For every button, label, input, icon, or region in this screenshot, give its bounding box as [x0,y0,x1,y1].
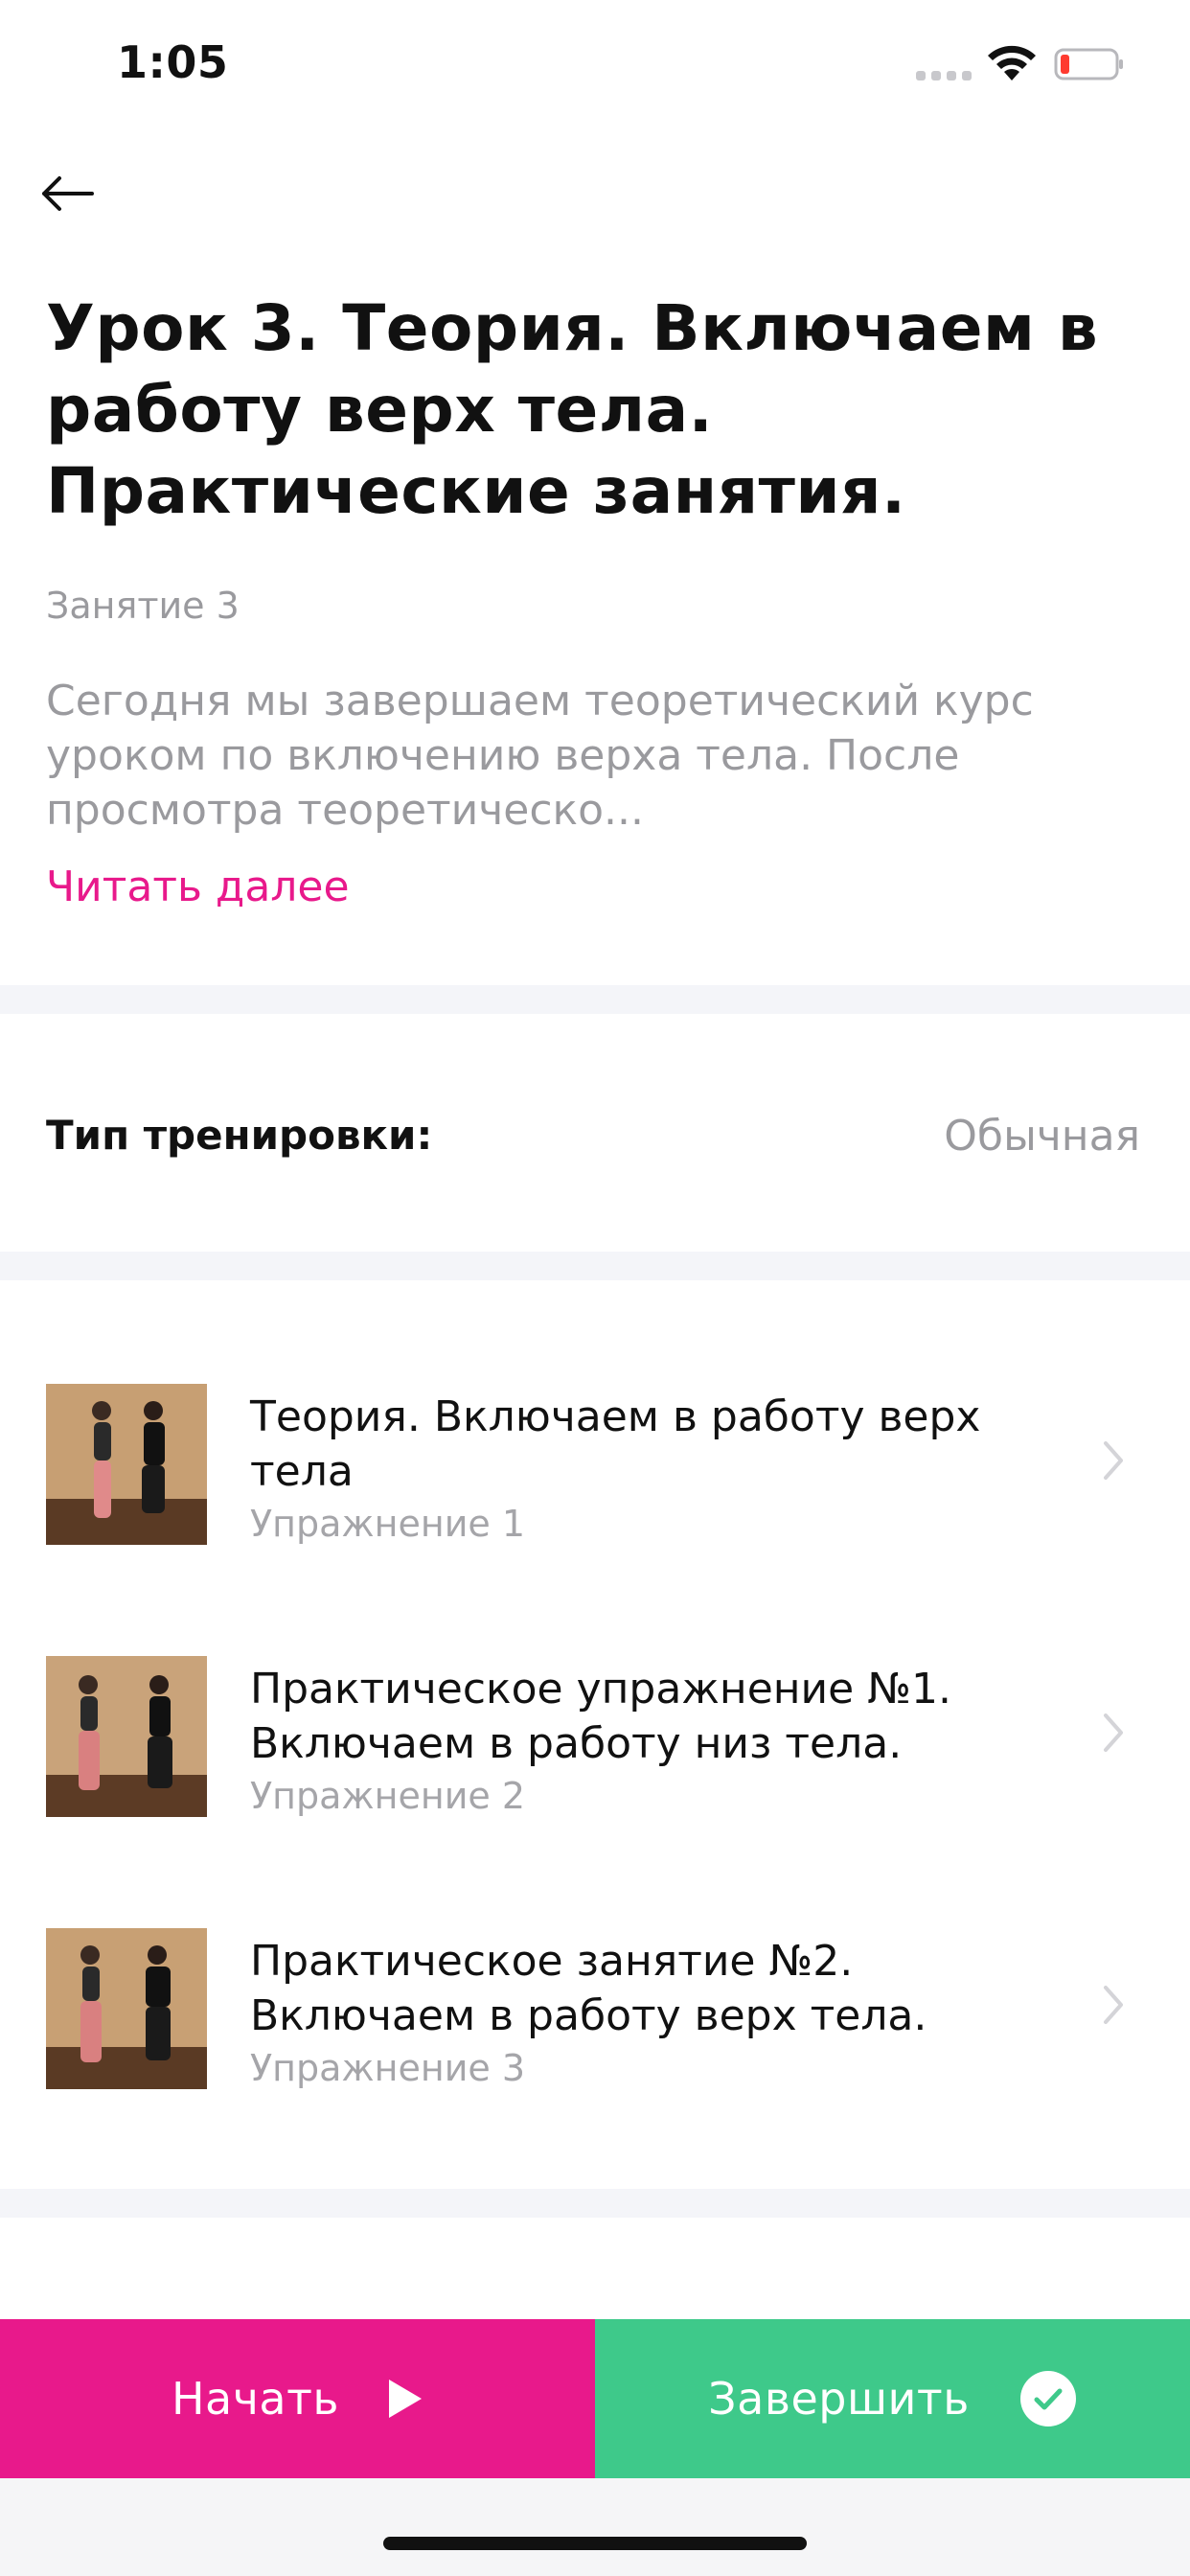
exercise-thumbnail-image [46,1656,207,1817]
exercise-title: Теория. Включаем в работу верх тела [250,1392,981,1496]
exercise-thumbnail [46,1928,207,2089]
section-divider [0,2189,1190,2218]
exercise-thumbnail-image [46,1384,207,1545]
chevron-right-icon [1104,1441,1123,1480]
workout-type-value: Обычная [944,1112,1140,1161]
arrow-left-icon [42,176,94,211]
chevron-right-icon [1104,1714,1123,1752]
section-divider [0,985,1190,1014]
start-button-label: Начать [171,2373,340,2425]
exercise-title: Практическое упражнение №1. Включаем в р… [250,1665,951,1768]
exercise-item-1[interactable]: Теория. Включаем в работу верх тела Упра… [0,1370,1190,1562]
page-title: Урок 3. Теория. Включаем в работу верх т… [46,291,1099,528]
chevron-right-icon [1104,1986,1123,2024]
status-bar: 1:05 [0,0,1190,126]
check-circle-icon [1019,2371,1076,2426]
back-button[interactable] [38,163,107,224]
play-icon [389,2380,423,2418]
section-divider [0,1252,1190,1280]
battery-icon [1054,48,1123,80]
exercise-subtitle: Упражнение 3 [250,2047,526,2089]
finish-button-label: Завершить [708,2373,970,2425]
exercise-item-3[interactable]: Практическое занятие №2. Включаем в рабо… [0,1915,1190,2106]
lesson-number: Занятие 3 [46,585,240,627]
exercise-subtitle: Упражнение 1 [250,1503,526,1545]
finish-button[interactable]: Завершить [595,2319,1190,2478]
home-indicator[interactable] [383,2537,807,2550]
action-bar: Начать Завершить [0,2319,1190,2478]
cellular-signal-icon [916,71,972,80]
exercise-thumbnail [46,1656,207,1817]
exercise-thumbnail-image [46,1928,207,2089]
home-indicator-area [0,2478,1190,2576]
workout-type-label: Тип тренировки: [46,1112,433,1159]
lesson-description: Сегодня мы завершаем теоретический курс … [46,677,1034,835]
read-more-link[interactable]: Читать далее [46,862,350,911]
exercise-subtitle: Упражнение 2 [250,1775,526,1817]
exercise-title: Практическое занятие №2. Включаем в рабо… [250,1937,927,2040]
status-time: 1:05 [117,36,229,88]
wifi-icon [988,45,1036,80]
start-button[interactable]: Начать [0,2319,595,2478]
exercise-item-2[interactable]: Практическое упражнение №1. Включаем в р… [0,1643,1190,1834]
exercise-thumbnail [46,1384,207,1545]
